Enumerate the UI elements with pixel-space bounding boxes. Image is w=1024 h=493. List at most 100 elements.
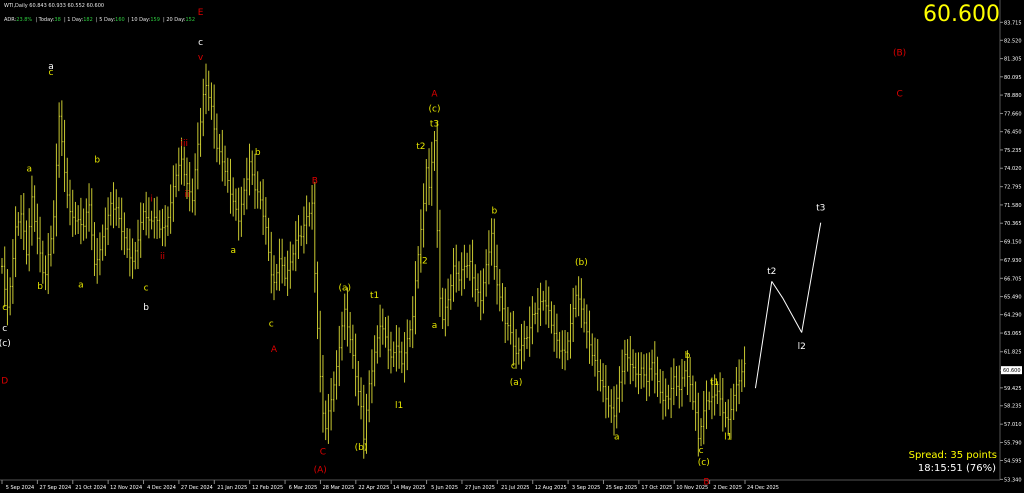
wave-label: ii [160,252,165,262]
wave-label: l1 [395,401,403,411]
y-tick-label: 58.235 [1004,404,1022,410]
x-tick-label: 22 Apr 2025 [358,485,389,491]
y-tick-label: 77.660 [1004,111,1022,117]
x-tick-label: 3 Sep 2025 [572,485,601,491]
y-tick-label: 80.095 [1004,75,1022,81]
adr-stats: ADR:23.8% | Today:38 | 1 Day:182 | 5 Day… [4,17,196,23]
wave-label: t1 [370,291,379,301]
wave-label: b [491,207,497,217]
wave-label: (A) [314,465,327,475]
day20-value: 152 [185,17,196,23]
x-tick-label: 5 Jun 2025 [431,485,458,491]
adr-value: 23.8% [16,17,33,23]
wave-label: b [143,303,149,313]
current-price-tag: 60.600 [1003,368,1021,374]
y-tick-label: 70.365 [1004,221,1022,227]
wave-label: t3 [430,119,439,129]
y-tick-label: 69.150 [1004,240,1022,246]
candle-timer: 18:15:51 (76%) [917,463,996,474]
x-tick-label: 28 Mar 2025 [323,485,355,491]
wave-label: c [511,362,516,372]
wave-label: l2 [419,256,427,266]
day20-label: 20 Day: [166,17,186,23]
spread-text: Spread: 35 points [908,450,997,461]
wave-label: A [431,89,438,99]
wave-label: D [1,377,8,387]
price-chart[interactable]: cc(c)DbaacabcbiiiiiiiicvEabcABC(A)(a)(b)… [0,0,1024,493]
wave-label: a [432,321,438,331]
y-tick-label: 67.930 [1004,258,1022,264]
y-tick-label: 53.340 [1004,477,1022,483]
wave-label: a [78,280,84,290]
y-tick-label: 57.010 [1004,422,1022,428]
x-tick-label: 12 Nov 2024 [110,485,142,491]
wave-label: (a) [510,378,523,388]
wave-label: b [37,282,43,292]
wave-label: v [198,53,204,63]
wave-label: C [896,89,902,99]
x-tick-label: 6 Mar 2025 [289,485,318,491]
y-tick-label: 76.450 [1004,130,1022,136]
y-tick-label: 65.490 [1004,295,1022,301]
wave-label: c [2,324,7,334]
wave-label: c [269,320,274,330]
wave-label: b [685,351,691,361]
y-tick-label: 81.305 [1004,57,1022,63]
x-tick-label: 4 Dec 2024 [147,485,176,491]
wave-label: (c) [0,339,11,349]
wave-label: (c) [698,458,710,468]
wave-label: c [48,68,53,78]
wave-label: A [271,345,278,355]
wave-label: t2 [767,267,776,277]
x-tick-label: 21 Jul 2025 [501,485,529,491]
wave-label: t3 [816,204,825,214]
x-tick-label: 17 Oct 2025 [641,485,672,491]
y-tick-label: 59.425 [1004,386,1022,392]
wave-label: c [144,283,149,293]
x-tick-label: 27 Jun 2025 [465,485,495,491]
x-tick-label: 10 Nov 2025 [676,485,708,491]
wave-label: iii [180,139,188,149]
y-tick-label: 61.825 [1004,350,1022,356]
wave-label: a [230,246,236,256]
wave-label: l1 [724,432,732,442]
x-tick-label: 12 Feb 2025 [252,485,283,491]
day5-value: 160 [115,17,125,23]
wave-label: E [198,8,204,18]
day1-value: 182 [83,17,93,23]
x-tick-label: 25 Sep 2025 [606,485,638,491]
y-tick-label: 66.705 [1004,276,1022,282]
x-tick-label: 5 Sep 2024 [6,485,35,491]
day1-label: 1 Day: [67,17,84,23]
wave-label: (b) [355,443,368,453]
y-tick-label: 74.020 [1004,166,1022,172]
wave-label: c [699,446,704,456]
x-tick-label: 14 May 2025 [393,485,426,491]
day10-value: 159 [150,17,160,23]
wave-label: (a) [338,283,351,293]
chart-background [0,0,1024,493]
wave-label: l2 [798,342,806,352]
wave-label: c [198,38,203,48]
wave-label: (b) [575,258,588,268]
wave-label: c [2,303,7,313]
wave-label: B [312,177,318,187]
symbol-header: WTI,Daily 60.843 60.933 60.552 60.600 [4,3,105,9]
wave-label: t1 [710,378,719,388]
y-tick-label: 83.715 [1004,20,1022,26]
x-tick-label: 21 Oct 2024 [75,485,106,491]
y-tick-label: 64.290 [1004,313,1022,319]
wave-label: a [26,165,32,175]
y-tick-label: 71.580 [1004,203,1022,209]
last-price: 60.600 [923,2,1000,27]
x-tick-label: 27 Dec 2024 [181,485,213,491]
wave-label: b [94,156,100,166]
wave-label: (c) [428,104,440,114]
wave-label: b [255,148,261,158]
y-tick-label: 82.520 [1004,38,1022,44]
x-tick-label: 27 Sep 2024 [40,485,72,491]
wave-label: ii [184,190,189,200]
wave-label: (B) [893,49,906,59]
today-label: Today: [38,17,55,23]
y-tick-label: 72.795 [1004,185,1022,191]
